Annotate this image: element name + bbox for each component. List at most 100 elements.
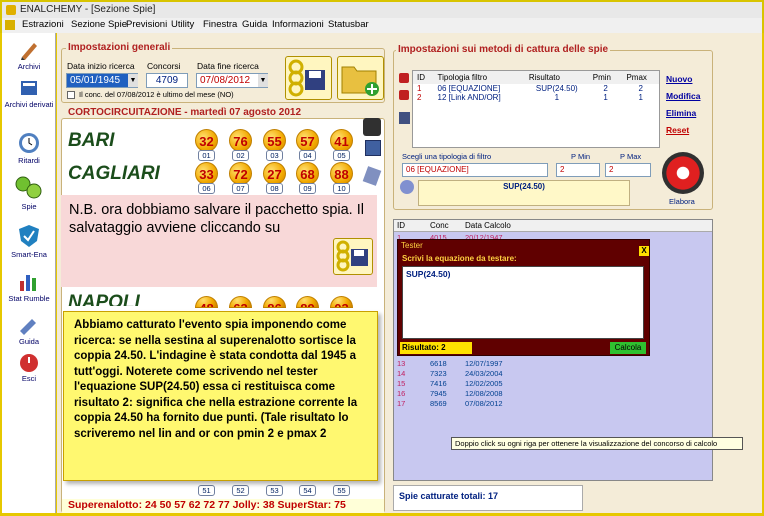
tester-dialog: Tester X Scrivi la equazione da testare:…	[397, 239, 650, 356]
delete-link[interactable]: Elimina	[666, 108, 696, 118]
filter-type-select[interactable]: 06 [EQUAZIONE]	[402, 163, 548, 177]
open-folder-button[interactable]	[337, 56, 384, 100]
cell: 7323	[430, 369, 447, 378]
menu-guida[interactable]: Guida	[242, 19, 267, 30]
col-header: ID	[417, 73, 425, 82]
nav-label: Ritardi	[18, 156, 40, 165]
arrow-down-icon[interactable]	[399, 90, 409, 100]
menu-sezione-spie[interactable]: Sezione Spie	[71, 19, 127, 30]
last-month-checkbox[interactable]	[67, 91, 75, 99]
ball-position: 03	[266, 150, 283, 161]
nav-spie[interactable]: Spie	[2, 175, 56, 211]
last-month-label: Il conc. del 07/08/2012 è ultimo del mes…	[79, 90, 234, 99]
menu-statusbar[interactable]: Statusbar	[328, 19, 369, 30]
pmax-select[interactable]: 2	[605, 163, 651, 177]
chevron-down-icon[interactable]: ▼	[258, 74, 268, 87]
nav-label: Stat Rumble	[8, 294, 50, 303]
calculate-button[interactable]: Calcola	[610, 342, 646, 354]
table-row[interactable]: 1 06 [EQUAZIONE] SUP(24.50) 2 2	[413, 84, 659, 93]
ball-position: 09	[299, 183, 316, 194]
arrow-up-icon[interactable]	[399, 73, 409, 83]
cell: 12/08/2008	[465, 389, 503, 398]
ball-position: 06	[198, 183, 215, 194]
count-input[interactable]	[146, 73, 188, 88]
menu-utility[interactable]: Utility	[171, 19, 194, 30]
lotto-ball: 68	[296, 162, 319, 185]
chevron-down-icon[interactable]: ▼	[128, 74, 138, 87]
expression-input[interactable]: SUP(24.50)	[418, 180, 630, 206]
run-label[interactable]: Elabora	[669, 197, 695, 206]
cell: 1	[638, 93, 643, 102]
count-label: Concorsi	[147, 61, 181, 71]
diamond-icon[interactable]	[400, 180, 414, 194]
cell: 8569	[430, 399, 447, 408]
save-icon	[333, 238, 373, 275]
clock-icon	[19, 133, 39, 153]
nav-label: Esci	[21, 374, 37, 383]
general-settings-title: Impostazioni generali	[66, 42, 173, 53]
tester-prompt: Scrivi la equazione da testare:	[402, 254, 517, 263]
cell: 14	[397, 369, 406, 378]
lotto-ball: 55	[263, 129, 286, 152]
menu-estrazioni[interactable]: Estrazioni	[22, 19, 64, 30]
stack-icon[interactable]	[365, 140, 381, 156]
filter-type-label: Scegli una tipologia di filtro	[402, 152, 492, 161]
pmax-label: P Max	[620, 152, 642, 161]
app-icon	[6, 5, 16, 15]
close-button[interactable]: X	[639, 246, 649, 256]
save-icon	[288, 59, 325, 97]
nav-label: Guida	[18, 337, 39, 346]
nav-ritardi[interactable]: Ritardi	[2, 131, 56, 165]
methods-title: Impostazioni sui metodi di cattura delle…	[396, 44, 611, 55]
menu-finestra[interactable]: Finestra	[203, 19, 237, 30]
lotto-ball: 76	[229, 129, 252, 152]
pmin-label: P Min	[571, 152, 591, 161]
ball-position: 54	[299, 485, 316, 496]
nav-label: Archivi derivati	[4, 100, 54, 109]
book-icon	[21, 81, 37, 95]
nav-archivi[interactable]: Archivi	[2, 39, 56, 71]
nav-archivi-derivati[interactable]: Archivi derivati	[2, 77, 56, 109]
city-name: BARI	[68, 130, 115, 151]
edit-link[interactable]: Modifica	[666, 91, 700, 101]
cell: 17	[397, 399, 406, 408]
table-row[interactable]: 2 12 [Link AND/OR] 1 1 1	[413, 93, 659, 102]
result-row[interactable]: 15 7416 12/02/2005	[397, 379, 503, 389]
tester-result: Risultato: 2	[400, 342, 472, 354]
menu-bar: Estrazioni Sezione Spie Previsioni Utili…	[0, 18, 764, 33]
nav-guida[interactable]: Guida	[2, 316, 56, 346]
result-rows-block[interactable]: 13 6618 12/07/1997 14 7323 24/03/2004 15 7416…	[397, 359, 503, 409]
save-spy-button[interactable]	[285, 56, 332, 100]
col-header: Pmax	[626, 73, 647, 82]
menu-informazioni[interactable]: Informazioni	[272, 19, 324, 30]
run-target-icon[interactable]	[662, 152, 704, 194]
nav-stat-rumble[interactable]: Stat Rumble	[2, 269, 56, 303]
results-header: ID Conc Data Calcolo	[394, 220, 712, 232]
nav-smart-ena[interactable]: Smart-Ena	[2, 223, 56, 259]
new-link[interactable]: Nuovo	[666, 74, 692, 84]
ball-position: 51	[198, 485, 215, 496]
tester-title: Tester	[401, 241, 423, 250]
print-icon[interactable]	[399, 112, 410, 124]
guide-icon	[20, 319, 36, 335]
cell: 12/07/1997	[465, 359, 503, 368]
ball-position: 02	[232, 150, 249, 161]
col-header: Conc	[430, 221, 449, 230]
equation-textarea[interactable]: SUP(24.50)	[402, 266, 644, 339]
menu-previsioni[interactable]: Previsioni	[126, 19, 167, 30]
cell: 1	[417, 84, 422, 93]
lotto-ball: 88	[330, 162, 353, 185]
methods-table: ID Tipologia filtro Risultato Pmin Pmax …	[413, 71, 659, 102]
pmin-select[interactable]: 2	[556, 163, 600, 177]
result-row[interactable]: 16 7945 12/08/2008	[397, 389, 503, 399]
cell: 12 [Link AND/OR]	[437, 93, 501, 102]
end-date-label: Data fine ricerca	[197, 61, 259, 71]
reset-link[interactable]: Reset	[666, 125, 689, 135]
wave-icon[interactable]	[363, 118, 381, 136]
result-row[interactable]: 17 8569 07/08/2012	[397, 399, 503, 409]
result-row[interactable]: 13 6618 12/07/1997	[397, 359, 503, 369]
nav-esci[interactable]: Esci	[2, 353, 56, 383]
col-header: Tipologia filtro	[437, 73, 488, 82]
cell: 1	[603, 93, 608, 102]
result-row[interactable]: 14 7323 24/03/2004	[397, 369, 503, 379]
